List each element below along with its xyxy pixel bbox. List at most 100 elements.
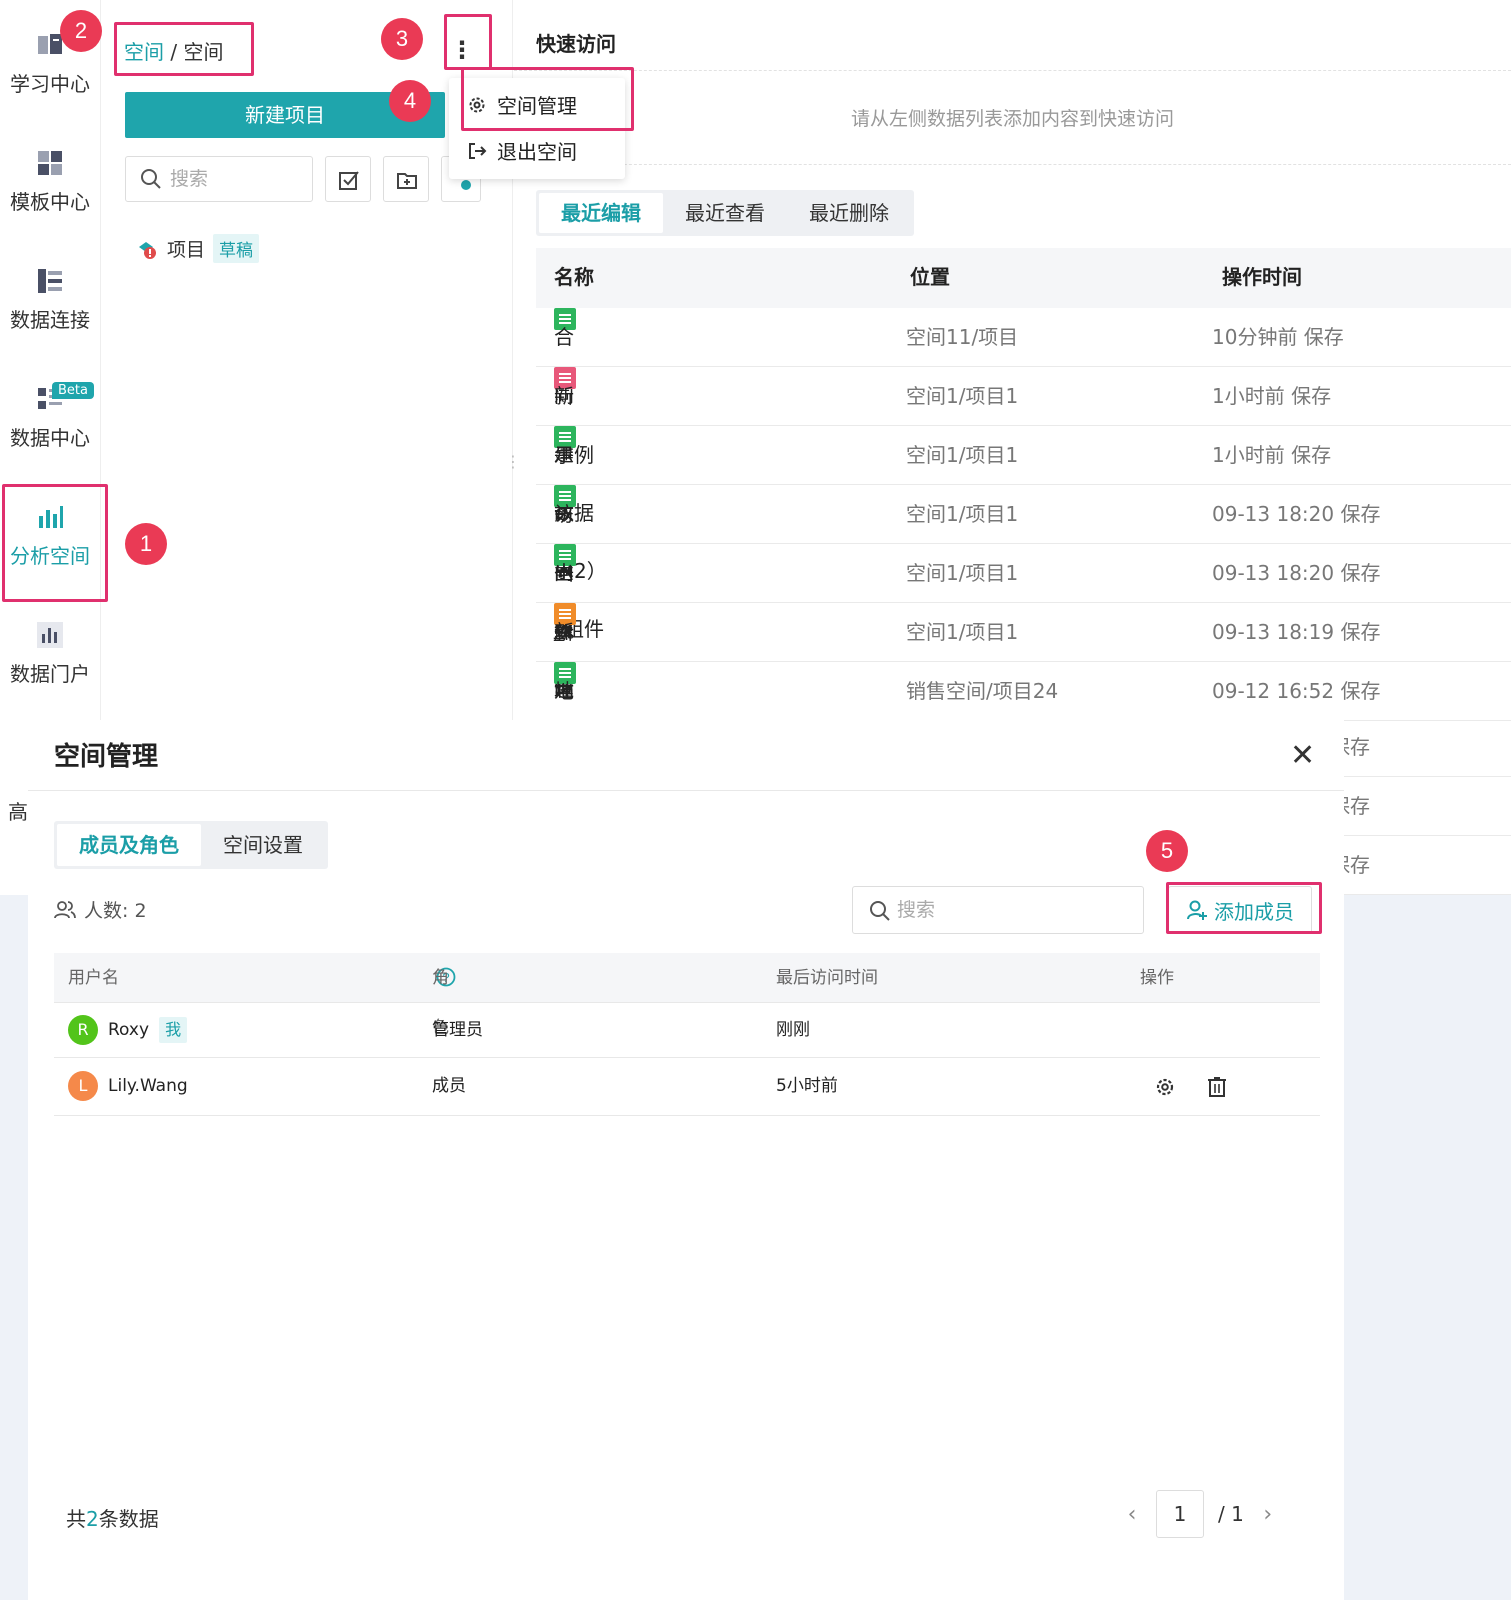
nav-item-data-connection[interactable]: 数据连接	[0, 266, 100, 333]
gear-icon[interactable]	[1154, 1076, 1176, 1098]
table-row[interactable]: 地区数据分析_未命名组件销售空间/项目2409-12 16:52 保存	[536, 662, 1511, 1341]
table-row[interactable]: 新建仪表板1空间1/项目109-13 18:19 保存	[536, 603, 1511, 934]
nav-partial-label: 高	[8, 800, 28, 824]
member-name-cell: Roxy 我	[108, 1004, 188, 1056]
row-time: 09-13 18:20 保存	[1212, 561, 1381, 585]
row-time: 09-13 18:20 保存	[1212, 502, 1381, 526]
row-location: 空间1/项目1	[906, 443, 1019, 467]
nav-item-data-center[interactable]: Beta 数据中心	[0, 382, 100, 451]
table-row[interactable]: 示例数据（2）_组件3 空间1/项目1 1小时前 保存	[536, 426, 1511, 699]
menu-item-label: 空间管理	[497, 94, 577, 118]
space-options-menu: 空间管理 退出空间	[449, 78, 625, 179]
tab-recent-view[interactable]: 最近查看	[663, 193, 787, 233]
template-icon	[38, 151, 62, 175]
gear-icon	[469, 97, 485, 112]
table-row[interactable]: 访问统计事实表_组件1空间1/项目109-13 18:20 保存	[536, 485, 1511, 1106]
member-last-visit: 刚刚	[776, 1020, 810, 1040]
member-search-input[interactable]: 搜索	[852, 886, 1144, 934]
tree-item-project[interactable]: 项目 草稿	[135, 234, 260, 263]
step-badge: 1	[125, 523, 167, 565]
close-icon[interactable]: ✕	[1290, 738, 1315, 773]
step-badge: 5	[1146, 830, 1188, 872]
column-time: 操作时间	[1222, 265, 1302, 289]
add-member-label: 添加成员	[1214, 899, 1294, 924]
add-user-icon	[1187, 900, 1207, 920]
row-location: 销售空间/项目24	[906, 679, 1059, 703]
search-placeholder: 搜索	[170, 168, 209, 190]
draft-tag: 草稿	[213, 234, 260, 263]
row-time: 09-12 16:52 保存	[1212, 679, 1381, 703]
logout-icon	[469, 142, 487, 159]
search-input[interactable]: 搜索	[125, 156, 313, 202]
step-badge: 3	[381, 18, 423, 60]
nav-item-data-portal[interactable]: 数据门户	[0, 620, 100, 687]
me-tag: 我	[159, 1017, 188, 1043]
table-row[interactable]: 合同事实表_合同事实表空间11/项目10分钟前 保存	[536, 308, 1511, 929]
nav-label: 数据中心	[10, 426, 90, 450]
column-last-visit: 最后访问时间	[776, 968, 878, 988]
tab-space-settings[interactable]: 空间设置	[201, 824, 325, 866]
nav-label: 模板中心	[10, 190, 90, 214]
member-count-label: 人数: 2	[84, 900, 147, 922]
nav-label: 数据连接	[10, 308, 90, 332]
users-icon	[54, 900, 76, 918]
row-location: 空间1/项目1	[906, 561, 1019, 585]
left-nav: 学习中心 模板中心 数据连接 Beta 数据中心 分析空间 数据门户	[0, 0, 101, 720]
tree-item-label: 项目	[167, 239, 206, 261]
member-role: 管理员	[432, 1020, 483, 1040]
divider	[514, 164, 1511, 165]
column-role: 角色 ?	[432, 953, 456, 1038]
nav-item-template[interactable]: 模板中心	[0, 148, 100, 215]
trash-icon[interactable]	[1206, 1076, 1228, 1098]
member-row[interactable]: L Lily.Wang 成员 5小时前	[54, 1058, 1320, 1116]
member-name: Lily.Wang	[108, 1076, 188, 1096]
total-number: 2	[86, 1507, 99, 1531]
breadcrumb-separator: /	[164, 40, 184, 64]
breadcrumb-current: 空间	[183, 40, 224, 64]
row-time: 10分钟前 保存	[1212, 325, 1344, 349]
chevron-right-icon[interactable]: ›	[1258, 1502, 1278, 1527]
row-location: 空间1/项目1	[906, 502, 1019, 526]
menu-item-label: 退出空间	[497, 140, 577, 164]
avatar: R	[68, 1015, 98, 1045]
member-row[interactable]: R Roxy 我 管理员 刚刚	[54, 1004, 1320, 1058]
table-row[interactable]: 新建故事板 空间1/项目1 1小时前 保存	[536, 367, 1511, 640]
member-count: 人数: 2	[54, 896, 147, 923]
tab-recent-delete[interactable]: 最近删除	[787, 193, 911, 233]
total-count: 共2条数据	[66, 1503, 159, 1532]
data-portal-icon	[37, 622, 63, 648]
table-header: 名称 位置 操作时间	[536, 248, 1511, 308]
new-folder-button[interactable]	[383, 156, 429, 202]
divider	[28, 790, 1344, 791]
nav-label: 数据门户	[10, 662, 90, 686]
table-row[interactable]: 出库临时表_出库临时表空间1/项目109-13 18:20 保存	[536, 544, 1511, 1165]
breadcrumb: 空间 / 空间	[124, 36, 223, 65]
search-icon	[870, 901, 890, 921]
search-icon	[141, 169, 161, 189]
nav-label: 分析空间	[10, 544, 90, 568]
more-options-button[interactable]: ⋮	[450, 32, 474, 68]
analysis-space-icon	[39, 506, 63, 528]
menu-item-exit-space[interactable]: 退出空间	[467, 136, 577, 165]
chevron-left-icon[interactable]: ‹	[1122, 1502, 1142, 1527]
folder-add-icon	[397, 173, 417, 189]
page-total: / 1	[1218, 1502, 1244, 1526]
row-time: 1小时前 保存	[1212, 443, 1332, 467]
batch-select-button[interactable]	[325, 156, 371, 202]
dialog-title: 空间管理	[54, 742, 159, 772]
page-input[interactable]: 1	[1156, 1490, 1204, 1538]
tab-members-roles[interactable]: 成员及角色	[57, 824, 201, 866]
pagination: ‹ 1 / 1 ›	[1122, 1490, 1278, 1538]
total-prefix: 共	[66, 1507, 86, 1531]
data-connection-icon	[38, 269, 62, 293]
dialog-tabs: 成员及角色 空间设置	[54, 821, 328, 869]
breadcrumb-link[interactable]: 空间	[124, 40, 164, 64]
row-location: 空间1/项目1	[906, 620, 1019, 644]
tab-recent-edit[interactable]: 最近编辑	[539, 193, 663, 233]
member-last-visit: 5小时前	[776, 1076, 838, 1096]
menu-item-space-management[interactable]: 空间管理	[467, 90, 577, 119]
add-member-button[interactable]: 添加成员	[1168, 886, 1312, 934]
quick-access-empty-hint: 请从左侧数据列表添加内容到快速访问	[850, 108, 1174, 130]
nav-item-analysis-space[interactable]: 分析空间	[0, 502, 100, 569]
row-time: 09-13 18:19 保存	[1212, 620, 1381, 644]
